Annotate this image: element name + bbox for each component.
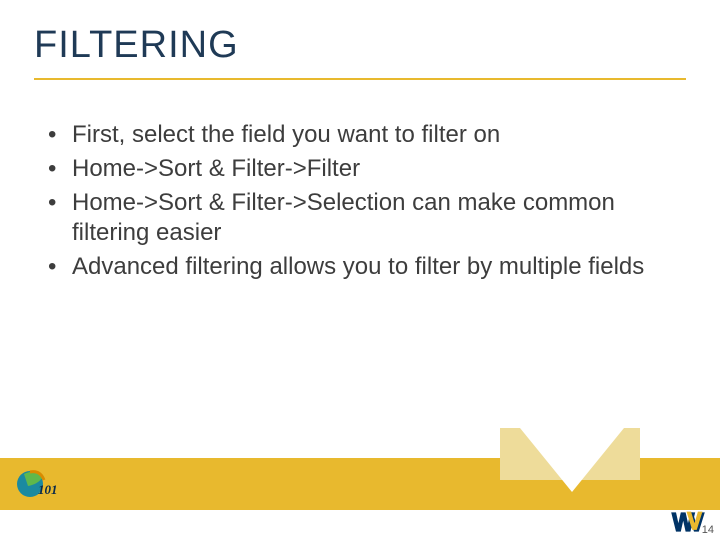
bullet-list: First, select the field you want to filt… (44, 120, 654, 286)
list-item: Home->Sort & Filter->Filter (44, 154, 654, 184)
list-item: Advanced filtering allows you to filter … (44, 252, 654, 282)
course-logo-icon: 101 (16, 464, 60, 502)
slide: FILTERING First, select the field you wa… (0, 0, 720, 540)
list-item: First, select the field you want to filt… (44, 120, 654, 150)
page-title: FILTERING (34, 24, 239, 67)
list-item: Home->Sort & Filter->Selection can make … (44, 188, 654, 248)
title-underline (34, 78, 686, 80)
wv-logo-icon (670, 510, 706, 534)
page-number: 14 (702, 524, 714, 536)
svg-text:101: 101 (38, 482, 58, 497)
footer-bar (0, 458, 720, 510)
